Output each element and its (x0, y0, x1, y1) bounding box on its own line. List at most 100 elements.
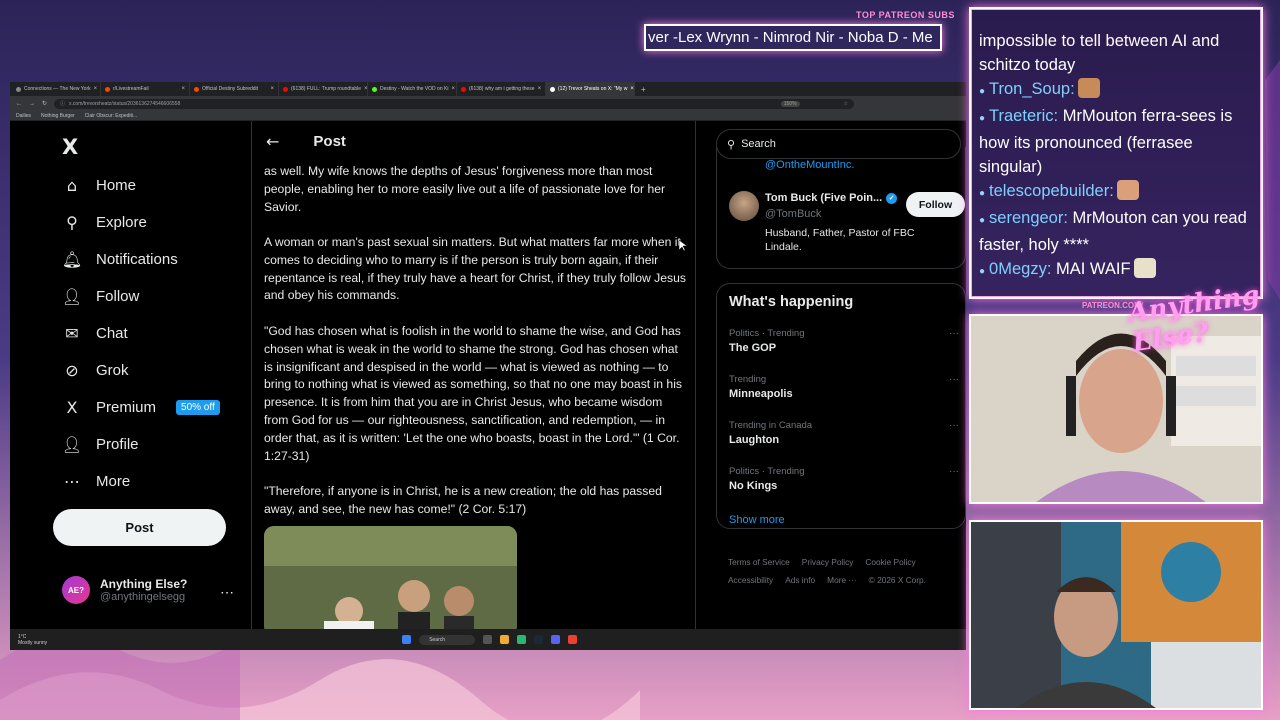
post-header: ← Post (252, 121, 695, 161)
app-icon[interactable] (517, 635, 527, 644)
nav-item-notifications[interactable]: 🔔︎ Notifications (62, 247, 178, 271)
trend-more-icon[interactable]: ··· (949, 466, 959, 477)
stream-chat-overlay: impossible to tell between AI and schitz… (969, 7, 1263, 299)
footer-link[interactable]: Terms of Service (728, 557, 790, 567)
nav-item-follow[interactable]: 👤︎ Follow (61, 284, 140, 308)
trend-item[interactable]: Politics · Trending The GOP ··· (729, 328, 959, 354)
nav-item-grok[interactable]: ⊘ Grok (62, 358, 128, 382)
post-paragraph: "Therefore, if anyone is in Christ, he i… (264, 484, 662, 516)
close-tab-icon[interactable]: × (181, 86, 185, 92)
reload-icon[interactable]: ↻ (42, 100, 47, 107)
chat-emote-icon (1116, 180, 1139, 200)
trend-item[interactable]: Trending Minneapolis ··· (729, 374, 959, 400)
suggested-user-name-text: Tom Buck (Five Poin... (765, 192, 883, 204)
nav-item-more[interactable]: ⋯ More (62, 469, 130, 493)
search-input[interactable]: ⚲ Search (716, 129, 961, 159)
nav-item-premium[interactable]: X Premium 50% off (62, 395, 220, 419)
chat-username: Tron_Soup: (989, 80, 1075, 98)
chat-text: impossible to tell between AI and schitz… (979, 32, 1220, 74)
bookmark-item[interactable]: Dailies (16, 113, 31, 119)
close-tab-icon[interactable]: × (94, 86, 98, 92)
nav-item-home[interactable]: ⌂ Home (62, 173, 136, 197)
trend-more-icon[interactable]: ··· (949, 420, 959, 431)
footer-link[interactable]: Cookie Policy (865, 557, 915, 567)
trend-more-icon[interactable]: ··· (949, 328, 959, 339)
footer-link[interactable]: More ··· (827, 575, 857, 585)
bookmark-item[interactable]: Nothing Burger (41, 113, 75, 119)
site-info-icon[interactable]: ⓘ (60, 100, 65, 107)
post-button[interactable]: Post (53, 509, 226, 546)
post-column: ← Post as well. My wife knows the depths… (251, 121, 696, 629)
nav-item-chat[interactable]: ✉ Chat (62, 321, 127, 345)
zoom-indicator[interactable]: 150% (780, 100, 800, 107)
follow-button[interactable]: Follow (906, 192, 965, 217)
browser-tab[interactable]: r/LivestreamFail × (101, 82, 190, 96)
tab-favicon-icon (105, 86, 110, 92)
bell-icon: 🔔︎ (61, 249, 83, 269)
new-tab-button[interactable]: + (641, 85, 646, 94)
browser-tab[interactable]: (6138) FULL: Trump roundtable × (279, 82, 368, 96)
address-bar[interactable]: ⓘ x.com/trevorsheatz/status/203613627454… (54, 98, 855, 109)
close-tab-icon[interactable]: × (630, 86, 634, 92)
weather-widget[interactable]: 1°C Mostly sunny (18, 634, 47, 646)
tab-favicon-icon (461, 86, 466, 92)
suggested-user-bio: Husband, Father, Pastor of FBC Lindale. (765, 227, 915, 253)
trend-name: Laughton (729, 434, 780, 446)
page-title: Post (313, 132, 346, 150)
show-more-link[interactable]: Show more (729, 514, 785, 526)
mention-link[interactable]: @OntheMountInc. (765, 159, 854, 171)
account-switcher[interactable]: AE? Anything Else? @anythingelsegg (62, 576, 187, 604)
x-logo-icon[interactable]: X (62, 135, 78, 159)
tab-label: Connections — The New York (24, 86, 91, 92)
file-explorer-icon[interactable] (500, 635, 510, 644)
close-tab-icon[interactable]: × (538, 86, 542, 92)
discord-icon[interactable] (551, 635, 561, 644)
close-tab-icon[interactable]: × (270, 86, 274, 92)
browser-tab[interactable]: (6138) why am i getting these × (457, 82, 546, 96)
trend-more-icon[interactable]: ··· (949, 374, 959, 385)
account-handle: @anythingelsegg (100, 591, 186, 603)
steam-icon[interactable] (534, 635, 544, 644)
footer-link[interactable]: Ads info (785, 575, 815, 585)
trend-item[interactable]: Politics · Trending No Kings ··· (729, 466, 959, 492)
section-title: What's happening (729, 294, 854, 310)
footer-link[interactable]: Privacy Policy (802, 557, 854, 567)
chrome-icon[interactable] (568, 635, 578, 644)
bookmark-star-icon[interactable]: ☆ (844, 101, 848, 107)
back-arrow-icon[interactable]: ← (266, 132, 279, 151)
trend-item[interactable]: Trending in Canada Laughton ··· (729, 420, 959, 446)
tab-bar: Connections — The New York × r/LivestreamF… (10, 82, 966, 96)
task-view-icon[interactable] (483, 635, 493, 644)
tab-favicon-icon (550, 86, 555, 92)
chat-message: ● serengeor: MrMouton can you read faster… (979, 206, 1253, 257)
post-image[interactable] (264, 526, 517, 629)
whats-happening-panel: What's happening Politics · Trending The … (716, 283, 966, 529)
person-plus-icon: 👤︎ (61, 286, 83, 306)
browser-tab[interactable]: Connections — The New York × (12, 82, 101, 96)
patreon-subs-heading: TOP PATREON SUBS (856, 10, 955, 20)
chat-message: ● telescopebuilder: (979, 179, 1253, 206)
browser-tab[interactable]: (12) Trevor Sheats on X: "My w × (546, 82, 635, 96)
suggested-user-name[interactable]: Tom Buck (Five Poin... ✓ (765, 192, 898, 204)
start-icon[interactable] (402, 635, 412, 644)
bookmark-item[interactable]: Clair Obscur: Expediti... (85, 113, 138, 119)
promo-badge: 50% off (176, 399, 220, 415)
avatar[interactable] (729, 191, 759, 221)
nav-item-label: Premium (96, 398, 157, 416)
chat-message: impossible to tell between AI and schitz… (979, 29, 1253, 77)
forward-arrow-icon[interactable]: → (29, 101, 35, 107)
search-icon: ⚲ (727, 137, 736, 151)
footer-link[interactable]: Accessibility (728, 575, 773, 585)
taskbar-search[interactable]: Search (419, 634, 476, 645)
close-tab-icon[interactable]: × (451, 86, 455, 92)
chat-username: telescopebuilder: (989, 182, 1114, 200)
search-icon: ⚲ (66, 212, 78, 232)
nav-item-label: More (96, 472, 131, 490)
account-more-icon[interactable]: ⋯ (220, 584, 234, 601)
browser-tab[interactable]: Destiny - Watch the VOD on Ki × (368, 82, 457, 96)
nav-item-explore[interactable]: ⚲ Explore (62, 210, 147, 234)
browser-tab[interactable]: Official Destiny Subreddit × (190, 82, 279, 96)
nav-item-profile[interactable]: 👤︎ Profile (62, 432, 139, 456)
back-arrow-icon[interactable]: ← (16, 101, 22, 107)
x-page: X ⌂ Home ⚲ Explore 🔔︎ Notifications 👤︎ Follow ✉ C… (10, 121, 966, 629)
